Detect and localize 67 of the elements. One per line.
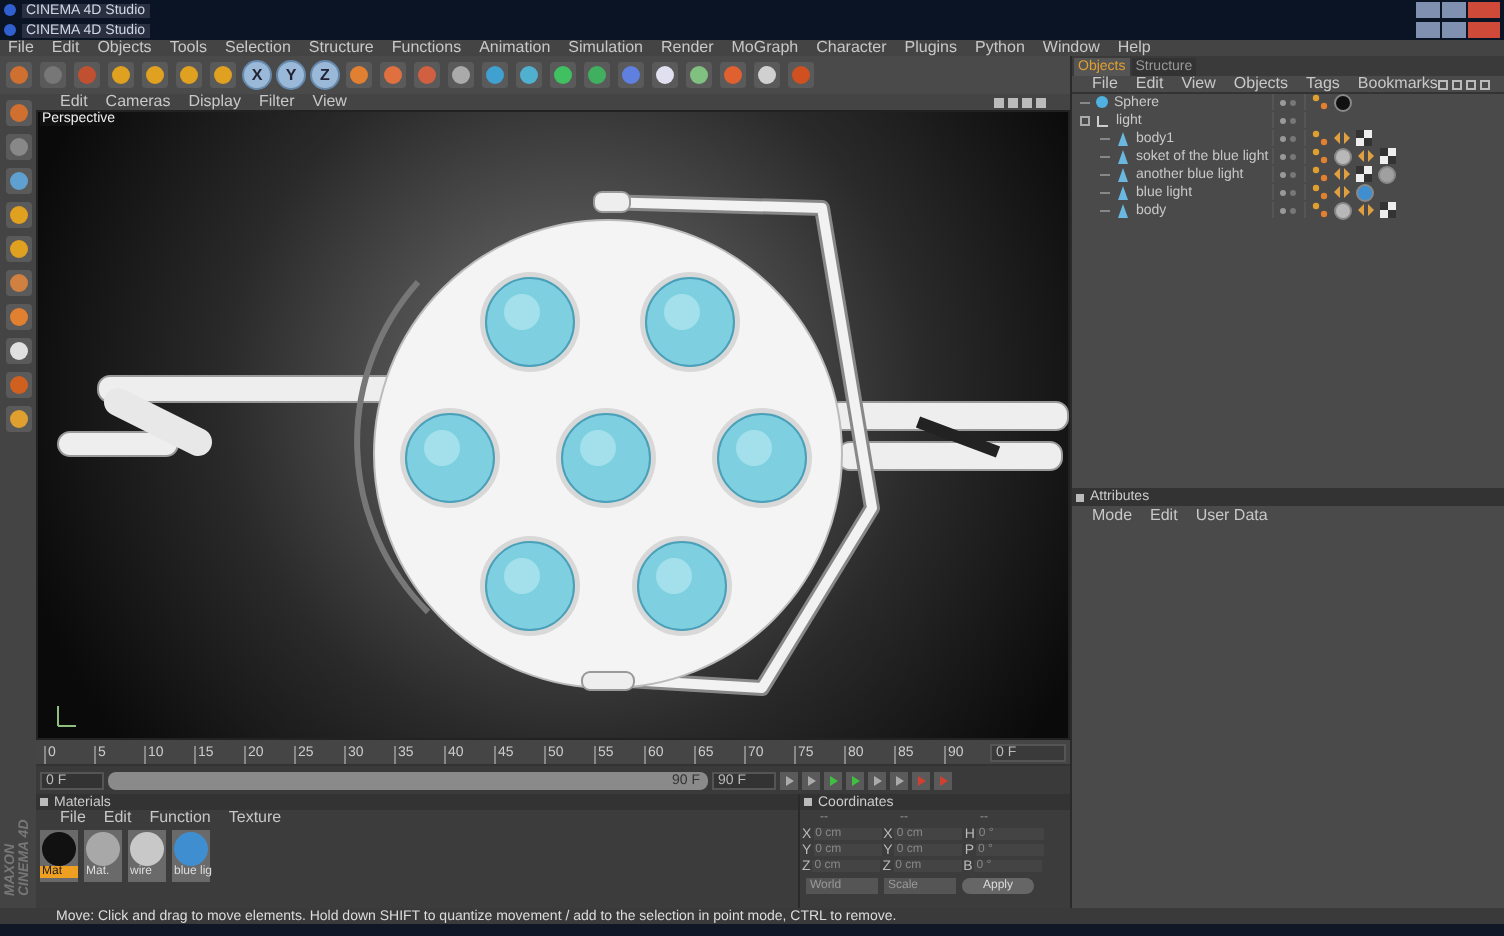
axis-icon (54, 702, 78, 730)
menu-item[interactable]: Edit (1150, 507, 1178, 523)
menu-item[interactable]: Selection (225, 40, 291, 56)
phong-tag-icon[interactable] (1312, 130, 1328, 146)
compositing-tag-icon[interactable] (1334, 186, 1350, 198)
menu-item[interactable]: Python (975, 40, 1025, 56)
menu-item[interactable]: Render (661, 40, 714, 56)
menu-item[interactable]: File (1092, 76, 1118, 92)
phong-tag-icon[interactable] (1312, 184, 1328, 200)
panel-icon (804, 798, 812, 806)
compositing-tag-icon[interactable] (1358, 150, 1374, 162)
tool-icon[interactable] (3, 268, 33, 298)
menu-item[interactable]: Objects (1233, 76, 1289, 92)
menu-item[interactable]: Mode (1092, 507, 1133, 523)
menu-item[interactable]: Tools (169, 40, 207, 56)
menu-item[interactable]: View (1181, 76, 1216, 92)
menu-item[interactable]: Animation (479, 40, 551, 56)
menu-item[interactable]: Edit (103, 810, 132, 826)
menu-item[interactable]: Edit (1135, 76, 1164, 92)
menu-item[interactable]: Texture (228, 810, 282, 826)
phong-tag-icon[interactable] (1312, 202, 1328, 218)
menu-item[interactable]: View (312, 94, 347, 110)
menu-item[interactable]: Function (149, 810, 211, 826)
expand-icon[interactable] (1080, 115, 1090, 125)
menu-item[interactable]: Character (816, 40, 887, 56)
menu-item[interactable]: Cameras (105, 94, 171, 110)
record-icon[interactable] (912, 771, 930, 789)
compositing-tag-icon[interactable] (1358, 204, 1374, 216)
panel-icon (1076, 493, 1084, 501)
axis-toggle-button[interactable]: Y (276, 60, 306, 90)
panel-icon (40, 798, 48, 806)
tool-icon[interactable] (3, 336, 33, 366)
menu-item[interactable]: Edit (51, 40, 80, 56)
phong-tag-icon[interactable] (1312, 148, 1328, 164)
tool-icon[interactable] (3, 200, 33, 230)
phong-tag-icon[interactable] (1312, 166, 1328, 182)
menu-item[interactable]: Display (188, 94, 241, 110)
menu-item[interactable]: Help (1117, 40, 1151, 56)
checker-tag-icon[interactable] (1356, 130, 1372, 146)
tool-icon[interactable] (3, 234, 33, 264)
checker-tag-icon[interactable] (1380, 202, 1396, 218)
axis-toggle-button[interactable]: Z (310, 60, 340, 90)
menu-item[interactable]: Window (1042, 40, 1100, 56)
menu-item[interactable]: MoGraph (731, 40, 799, 56)
menu-item[interactable]: Simulation (568, 40, 644, 56)
checker-tag-icon[interactable] (1356, 166, 1372, 182)
menu-item[interactable]: Plugins (904, 40, 957, 56)
menu-item[interactable]: Bookmarks (1357, 76, 1438, 92)
menu-item[interactable]: Objects (97, 40, 152, 56)
menu-item[interactable]: File (8, 40, 34, 56)
null-object-icon (1096, 113, 1110, 127)
axis-toggle-button[interactable]: X (242, 60, 272, 90)
menu-item[interactable]: User Data (1195, 507, 1268, 523)
phong-tag-icon[interactable] (1312, 94, 1328, 110)
tool-icon[interactable] (3, 302, 33, 332)
menu-item[interactable]: Functions (391, 40, 462, 56)
compositing-tag-icon[interactable] (1334, 168, 1350, 180)
menu-item[interactable]: Edit (60, 94, 88, 110)
tool-icon[interactable] (3, 404, 33, 434)
menu-item[interactable]: Tags (1306, 76, 1340, 92)
checker-tag-icon[interactable] (1380, 148, 1396, 164)
menu-item[interactable]: File (60, 810, 86, 826)
compositing-tag-icon[interactable] (1334, 132, 1350, 144)
menu-item[interactable]: Structure (308, 40, 374, 56)
play-icon[interactable] (846, 771, 864, 789)
tool-icon[interactable] (3, 166, 33, 196)
menu-item[interactable]: Filter (258, 94, 295, 110)
